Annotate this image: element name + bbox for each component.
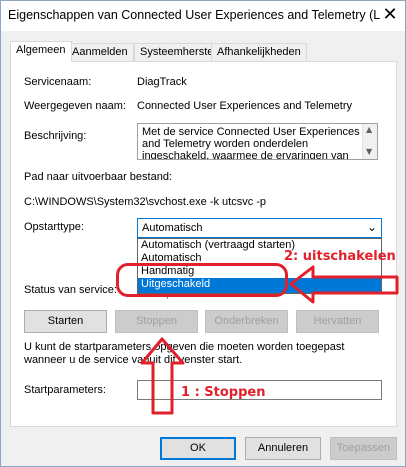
annotation-arrows	[140, 265, 399, 415]
arrow-left-icon	[289, 265, 399, 304]
arrow-up-icon	[140, 337, 185, 415]
properties-dialog: Eigenschappen van Connected User Experie…	[0, 0, 406, 467]
annotation-step2: 2: uitschakelen	[284, 249, 396, 264]
